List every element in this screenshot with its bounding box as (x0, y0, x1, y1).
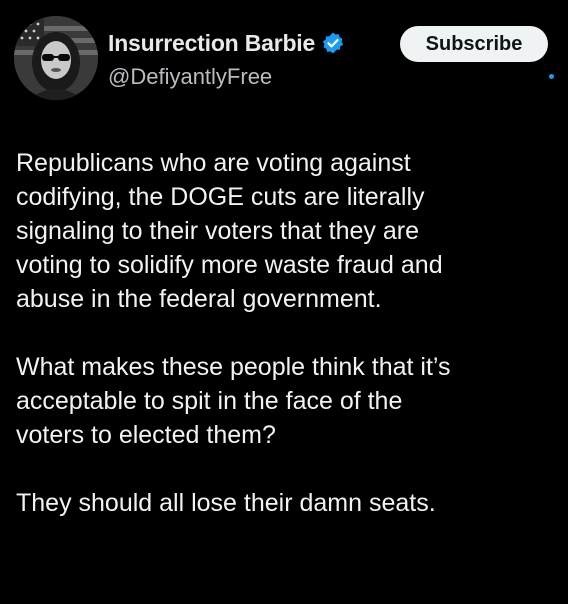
tweet-header: Insurrection Barbie @DefiyantlyFree Subs… (14, 16, 554, 106)
tweet-text: Republicans who are voting against codif… (16, 146, 556, 520)
verified-badge-icon (321, 31, 345, 55)
avatar[interactable] (14, 16, 98, 100)
profile-photo-icon (14, 16, 98, 100)
unread-dot-icon (549, 74, 554, 79)
tweet-paragraph: Republicans who are voting against codif… (16, 149, 443, 313)
author-display-name[interactable]: Insurrection Barbie (108, 30, 315, 57)
tweet-paragraph: What makes these people think that it’s … (16, 353, 451, 449)
tweet-paragraph: They should all lose their damn seats. (16, 489, 436, 517)
author-name-row: Insurrection Barbie (108, 28, 345, 58)
subscribe-button[interactable]: Subscribe (400, 26, 548, 62)
author-handle[interactable]: @DefiyantlyFree (108, 64, 272, 90)
